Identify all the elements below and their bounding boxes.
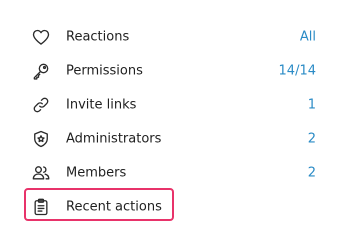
settings-menu: Reactions All Permissions 14/14 Invite l… (0, 20, 345, 224)
users-icon (31, 163, 51, 183)
menu-item-value: 1 (307, 97, 316, 113)
clipboard-icon (31, 197, 51, 217)
heart-icon (31, 27, 51, 47)
menu-item-label: Recent actions (66, 199, 162, 215)
menu-item-label: Invite links (66, 97, 137, 113)
menu-item-value: 2 (307, 131, 316, 147)
menu-item-permissions[interactable]: Permissions 14/14 (0, 54, 345, 88)
menu-item-label: Administrators (66, 131, 162, 147)
menu-item-value: 14/14 (278, 63, 316, 79)
menu-item-members[interactable]: Members 2 (0, 156, 345, 190)
menu-item-value: All (299, 29, 316, 45)
key-icon (31, 61, 51, 81)
menu-item-administrators[interactable]: Administrators 2 (0, 122, 345, 156)
menu-item-value: 2 (307, 165, 316, 181)
menu-item-label: Permissions (66, 63, 143, 79)
link-icon (31, 95, 51, 115)
shield-star-icon (31, 129, 51, 149)
menu-item-reactions[interactable]: Reactions All (0, 20, 345, 54)
menu-item-invite-links[interactable]: Invite links 1 (0, 88, 345, 122)
menu-item-recent-actions[interactable]: Recent actions (0, 190, 345, 224)
menu-item-label: Members (66, 165, 127, 181)
menu-item-label: Reactions (66, 29, 130, 45)
